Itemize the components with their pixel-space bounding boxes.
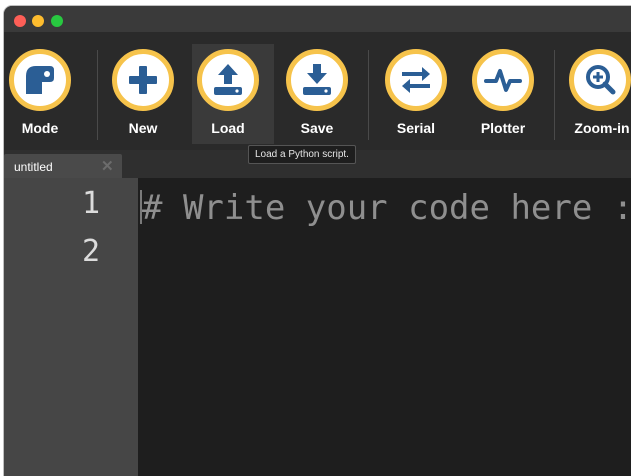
line-number: 2 [81,234,100,269]
editor-window: Mode New Load Save Serial Plotter Zoom-i… [4,6,631,476]
save-button[interactable]: Save [281,44,361,144]
code-line[interactable]: # Write your code here :-) [142,188,631,228]
tab-title: untitled [14,160,53,174]
toolbar-separator [97,50,98,140]
load-tooltip: Load a Python script. [248,145,356,164]
minimize-window-button[interactable] [32,15,44,27]
mode-button[interactable]: Mode [4,44,84,144]
line-number-gutter: 1 2 [4,178,138,476]
close-window-button[interactable] [14,15,26,27]
code-editor[interactable]: 1 2 # Write your code here :-) [4,178,631,476]
plus-icon [112,49,174,111]
toolbar-separator [554,50,555,140]
tab-untitled[interactable]: untitled ✕ [4,154,122,178]
zoom-in-button[interactable]: Zoom-in [564,44,631,144]
title-bar [4,6,631,32]
toolbar-separator [368,50,369,140]
serial-label: Serial [396,120,436,136]
load-button[interactable]: Load [192,44,274,144]
upload-icon [197,49,259,111]
plotter-button[interactable]: Plotter [467,44,547,144]
maximize-window-button[interactable] [51,15,63,27]
zoom-in-icon [569,49,631,111]
load-label: Load [211,120,245,136]
code-area[interactable]: # Write your code here :-) [138,178,631,476]
swap-arrows-icon [385,49,447,111]
zoom-in-label: Zoom-in [574,120,630,136]
plotter-label: Plotter [480,120,526,136]
save-label: Save [300,120,334,136]
serial-button[interactable]: Serial [380,44,460,144]
close-icon[interactable]: ✕ [101,157,114,175]
download-icon [286,49,348,111]
line-number: 1 [81,186,100,221]
new-label: New [128,120,158,136]
mode-icon [9,49,71,111]
mode-label: Mode [21,120,59,136]
toolbar: Mode New Load Save Serial Plotter Zoom-i… [4,32,631,150]
new-button[interactable]: New [107,44,187,144]
pulse-icon [472,49,534,111]
